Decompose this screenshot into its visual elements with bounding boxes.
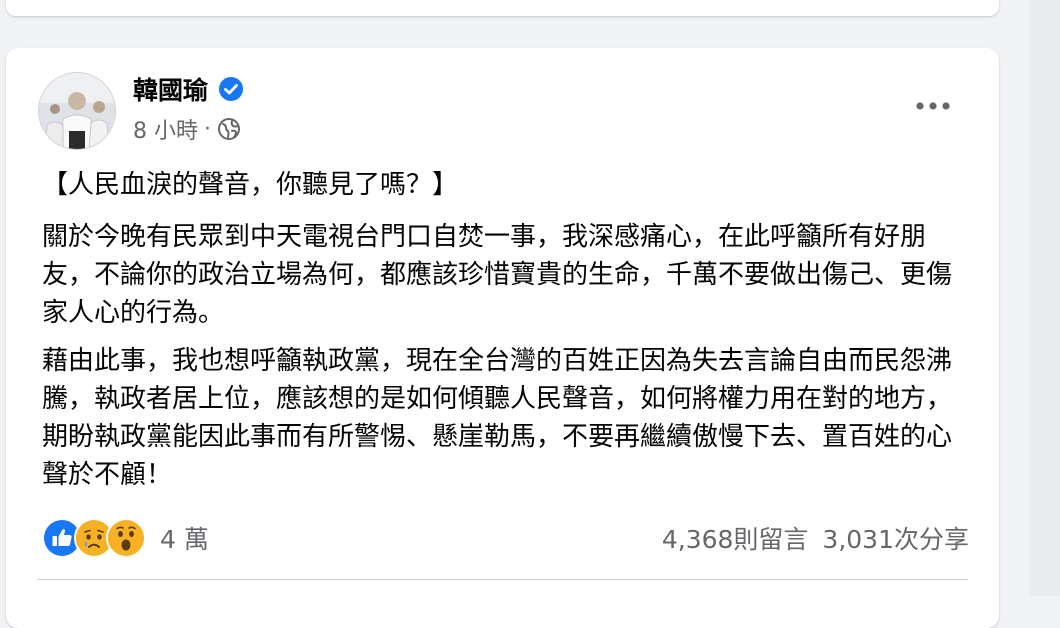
post-stats: 4,368則留言 3,031次分享 xyxy=(662,518,969,558)
globe-icon xyxy=(217,117,241,141)
reactions-summary[interactable]: 4 萬 xyxy=(42,518,209,558)
post-meta: 8 小時 · xyxy=(133,112,241,146)
post-paragraph-1: 關於今晚有民眾到中天電視台門口自焚一事，我深感痛心，在此呼籲所有好朋友，不論你的… xyxy=(42,222,953,328)
post-paragraph-2: 藉由此事，我也想呼籲執政黨，現在全台灣的百姓正因為失去言論自由而民怨沸騰，執政者… xyxy=(42,346,953,490)
author-avatar[interactable] xyxy=(38,72,116,150)
meta-separator: · xyxy=(204,116,211,142)
comment-count[interactable]: 4,368則留言 xyxy=(662,520,809,556)
author-row: 韓國瑜 xyxy=(133,72,244,106)
page-scroll-gutter xyxy=(1030,0,1060,596)
post-title: 【人民血淚的聲音，你聽見了嗎？】 xyxy=(42,170,459,200)
more-options-button[interactable] xyxy=(908,86,958,126)
post-text: 【人民血淚的聲音，你聽見了嗎？】 關於今晚有民眾到中天電視台門口自焚一事，我深感… xyxy=(42,166,972,504)
reaction-count[interactable]: 4 萬 xyxy=(160,520,209,556)
previous-post-card xyxy=(6,0,999,16)
more-dots-icon xyxy=(916,102,950,110)
verified-badge-icon xyxy=(218,76,244,102)
post-timestamp[interactable]: 8 小時 xyxy=(133,113,198,145)
wow-icon xyxy=(106,518,146,558)
post-card: 韓國瑜 8 小時 · 【人民血淚的聲音，你聽見了嗎？】 關於今晚有民眾到中天電視… xyxy=(6,48,999,628)
share-count[interactable]: 3,031次分享 xyxy=(822,520,969,556)
author-name[interactable]: 韓國瑜 xyxy=(133,71,208,107)
actions-divider xyxy=(38,579,968,580)
